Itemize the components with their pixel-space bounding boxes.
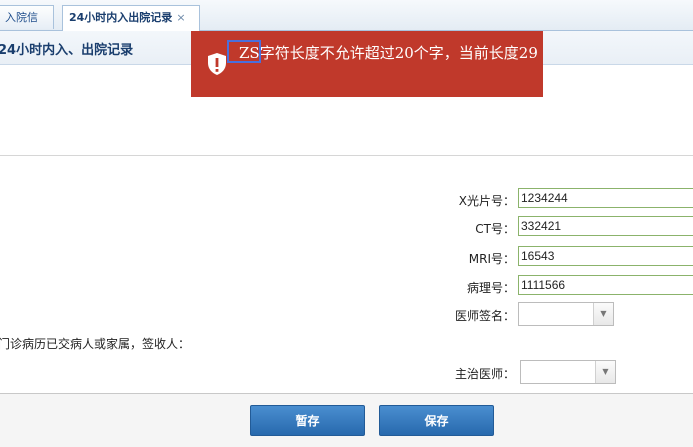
toast-message-text: 字符长度不允许超过20个字，当前长度29 <box>259 44 538 62</box>
section-divider <box>0 155 693 156</box>
tab-bar: 入院信息 24小时内入出院记录× <box>0 0 693 48</box>
toast-message: ZS字符长度不允许超过20个字，当前长度29 <box>239 45 539 61</box>
tab-24h-admission-discharge[interactable]: 24小时内入出院记录 × <box>62 5 200 31</box>
mri-label: MRI号： <box>468 252 515 266</box>
doctor-signature-select[interactable]: ▼ <box>518 302 614 326</box>
xray-number-input[interactable] <box>518 188 693 208</box>
shield-alert-icon <box>208 53 226 75</box>
chevron-down-icon[interactable]: ▼ <box>593 303 613 325</box>
medical-record-handover-note: 门诊病历已交病人或家属，签收人： <box>0 337 191 351</box>
attending-doctor-label: 主治医师： <box>454 367 515 381</box>
panel-title: 24小时内入、出院记录 <box>0 43 134 58</box>
ct-number-input[interactable] <box>518 216 693 236</box>
mri-number-input[interactable] <box>518 246 693 266</box>
pathology-number-input[interactable] <box>518 275 693 295</box>
temp-save-button[interactable]: 暂存 <box>250 405 365 436</box>
error-toast: ZS字符长度不允许超过20个字，当前长度29 <box>191 31 543 97</box>
close-icon[interactable]: × <box>176 11 185 24</box>
ct-label: CT号： <box>475 222 515 236</box>
tab-admission-info[interactable]: 入院信息 <box>0 5 54 48</box>
xray-label: X光片号： <box>458 194 515 208</box>
save-button[interactable]: 保存 <box>379 405 494 436</box>
pathology-label: 病理号： <box>466 281 515 295</box>
chevron-down-icon[interactable]: ▼ <box>595 361 615 383</box>
highlight-box <box>227 40 261 63</box>
tab-label: 24小时内入出院记录 <box>69 11 173 24</box>
doctor-signature-label: 医师签名： <box>454 309 515 323</box>
attending-doctor-select[interactable]: ▼ <box>520 360 616 384</box>
